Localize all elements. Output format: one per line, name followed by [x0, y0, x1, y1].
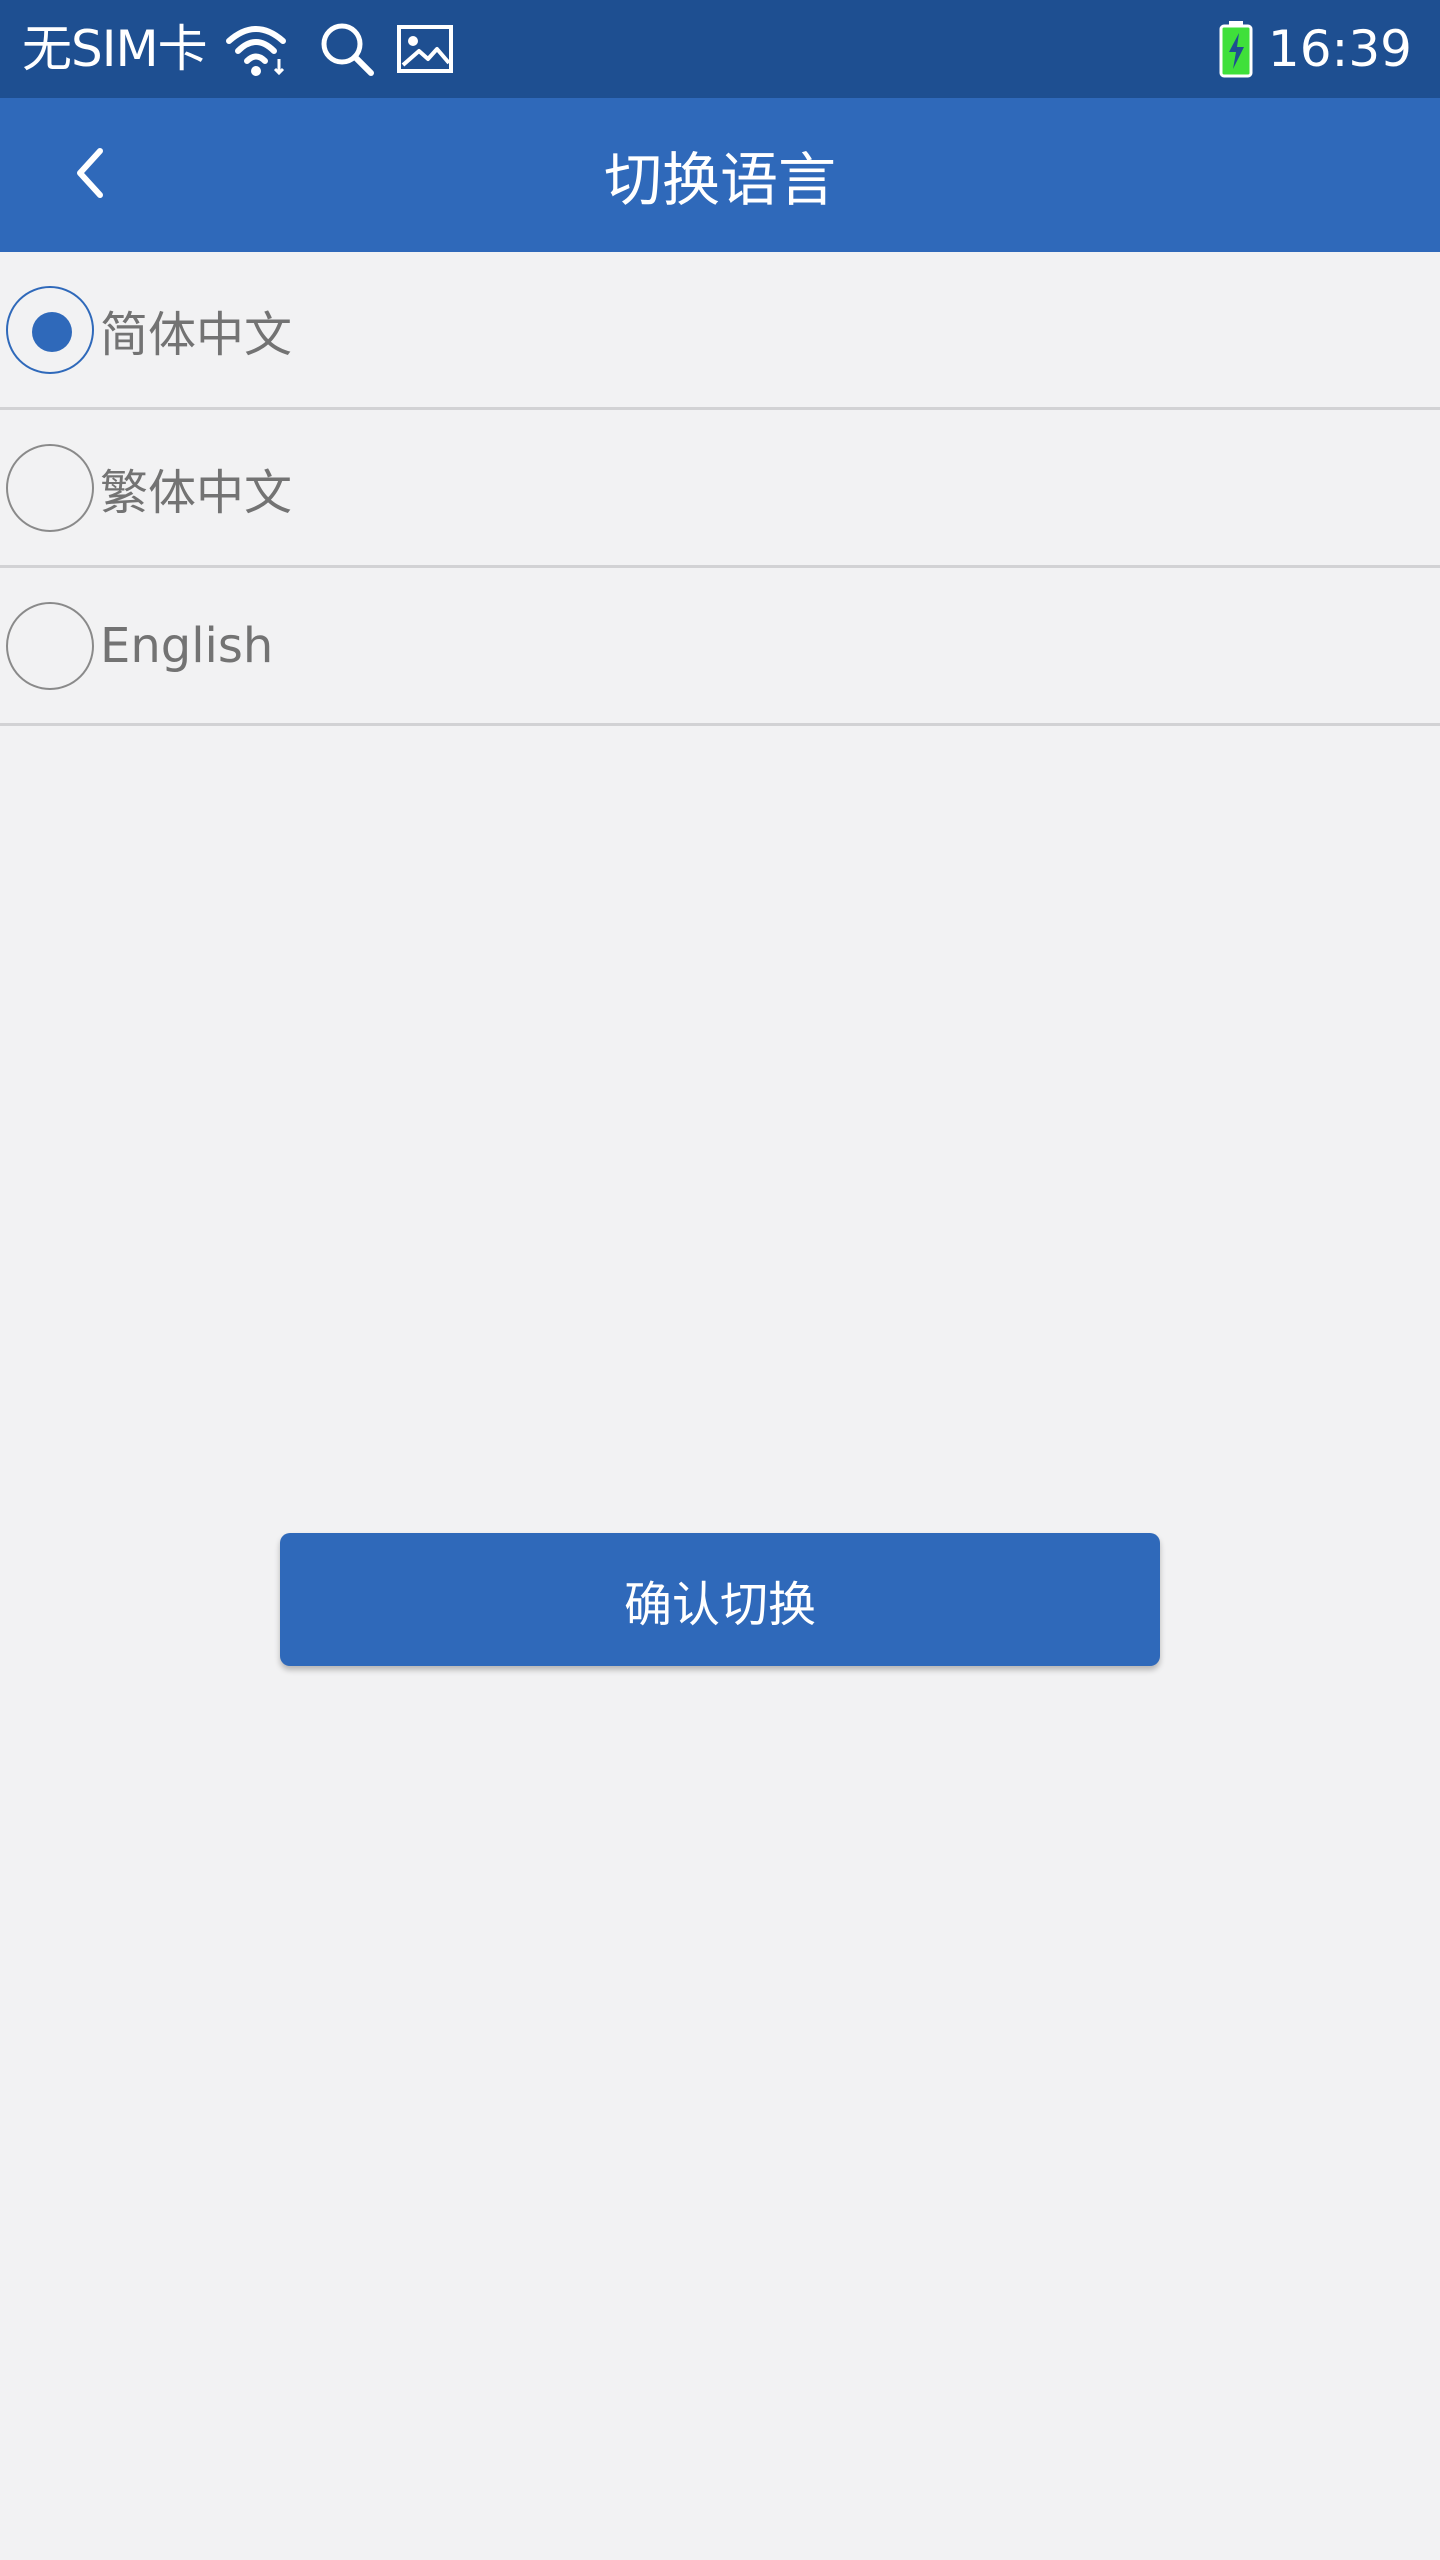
search-icon: [317, 19, 377, 79]
language-option-traditional-chinese[interactable]: 繁体中文: [0, 410, 1440, 568]
wifi-icon: [223, 19, 289, 79]
chevron-left-icon: [70, 143, 110, 207]
status-right: 16:39: [1202, 0, 1412, 98]
language-option-simplified-chinese[interactable]: 简体中文: [0, 252, 1440, 410]
language-option-english[interactable]: English: [0, 568, 1440, 726]
image-icon: [395, 19, 455, 79]
battery-charging-icon: [1218, 19, 1254, 79]
app-bar: 切换语言: [0, 98, 1440, 252]
radio-button-selected[interactable]: [6, 285, 94, 374]
radio-button[interactable]: [6, 443, 94, 532]
language-label: 繁体中文: [100, 464, 293, 521]
page-title: 切换语言: [603, 146, 836, 214]
confirm-switch-button[interactable]: 确认切换: [280, 1533, 1160, 1666]
carrier-label: 无SIM卡: [22, 20, 208, 78]
language-label: 简体中文: [100, 306, 293, 363]
status-bar: 无SIM卡 16:39: [0, 0, 1440, 98]
status-left: 无SIM卡: [22, 0, 455, 98]
clock: 16:39: [1267, 20, 1412, 78]
language-list: 简体中文 繁体中文 English: [0, 252, 1440, 726]
back-button[interactable]: [40, 125, 140, 225]
language-label: English: [100, 617, 274, 674]
radio-button[interactable]: [6, 601, 94, 690]
